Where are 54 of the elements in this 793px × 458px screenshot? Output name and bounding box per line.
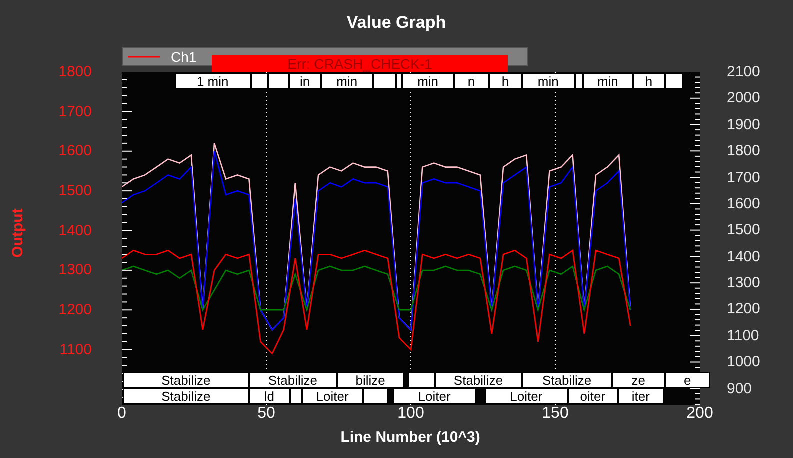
mode-label: Stabilize [123,372,249,388]
y-tick-label: 1200 [58,302,92,318]
chart-title: Value Graph [346,12,446,34]
y2-tick-label: 1300 [727,276,760,291]
mode-label: Stabilize [522,372,612,388]
y-tick-label: 1700 [58,104,92,120]
mode-label: Stabilize [434,372,522,388]
message-label: min [522,73,575,89]
y-tick-label: 1300 [58,262,92,278]
x-axis-title: Line Number (10^3) [340,428,480,448]
mode-label: e [665,372,710,388]
message-label: min [582,73,633,89]
y2-tick-label: 1700 [727,170,760,186]
y-tick-label: 1400 [58,223,92,238]
x-tick-label: 100 [398,406,424,422]
y2-tick-label: 1600 [727,196,760,212]
y-tick-label: 1800 [58,64,92,80]
error-banner: Err: CRASH_CHECK-1 [212,55,508,72]
x-tick-label: 150 [542,406,569,422]
y2-tick-label: 1500 [727,222,760,238]
message-label: min [402,73,454,89]
y2-tick-label: 900 [727,381,752,396]
y-tick-label: 1500 [58,184,92,199]
y2-tick-label: 1200 [727,302,760,317]
message-label: h [489,73,522,89]
y-tick-label: 1600 [58,144,92,159]
y2-tick-label: 2000 [727,90,760,106]
mode-label: ze [612,372,666,388]
mode-label: Stabilize [123,388,249,404]
mode-label: bilize [337,372,404,388]
y2-tick-label: 2100 [727,64,760,80]
message-label: min [321,73,374,89]
mode-label: ld [248,388,290,404]
y-axis-title: Output [8,208,28,258]
mode-label: Loiter [484,388,568,404]
legend-label: Ch1 [171,50,197,64]
y2-tick-label: 1400 [727,249,760,264]
mode-label: Loiter [302,388,364,404]
y2-tick-label: 1800 [727,144,760,159]
message-label: in [289,73,322,89]
message-label: n [454,73,490,89]
mode-label: Loiter [393,388,476,404]
y2-tick-label: 1900 [727,117,760,132]
y2-tick-label: 1000 [727,354,760,370]
x-tick-label: 200 [686,406,714,422]
mode-label: oiter [568,388,618,404]
mode-label: iter [618,388,664,404]
x-tick-label: 50 [258,406,276,422]
y-tick-label: 1100 [60,342,92,358]
message-label: 1 min [174,73,251,89]
mode-label: Stabilize [248,372,337,388]
y2-tick-label: 1100 [727,328,760,344]
message-label: h [632,73,666,89]
x-tick-label: 0 [118,406,126,422]
